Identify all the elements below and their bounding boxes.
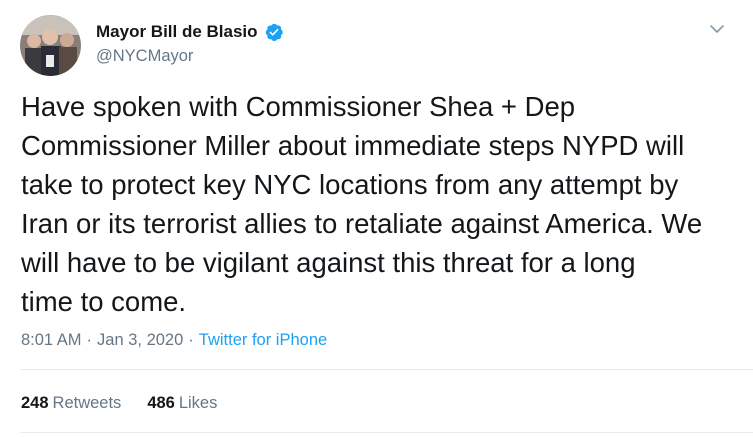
author-block: Mayor Bill de Blasio @NYCMayor xyxy=(96,21,284,67)
tweet-time[interactable]: 8:01 AM xyxy=(21,331,82,349)
avatar-photo-icon xyxy=(20,15,81,76)
retweets-count: 248 xyxy=(21,394,49,412)
tweet-date[interactable]: Jan 3, 2020 xyxy=(97,331,183,349)
author-name[interactable]: Mayor Bill de Blasio xyxy=(96,21,258,43)
tweet-meta: 8:01 AM · Jan 3, 2020 · Twitter for iPhone xyxy=(21,329,327,351)
tweet-card: Mayor Bill de Blasio @NYCMayor Have spok… xyxy=(0,0,753,437)
verified-badge-icon xyxy=(264,22,284,42)
divider xyxy=(20,369,753,370)
likes-label: Likes xyxy=(178,394,218,412)
name-row: Mayor Bill de Blasio xyxy=(96,21,284,43)
likes-count: 486 xyxy=(147,394,175,412)
meta-separator: · xyxy=(188,331,194,349)
avatar[interactable] xyxy=(20,15,81,76)
tweet-source-link[interactable]: Twitter for iPhone xyxy=(199,331,327,349)
meta-separator: · xyxy=(86,331,93,349)
tweet-stats: 248 Retweets 486 Likes xyxy=(21,392,243,414)
divider xyxy=(20,432,753,433)
tweet-text: Have spoken with Commissioner Shea + Dep… xyxy=(21,91,703,317)
likes-stat[interactable]: 486 Likes xyxy=(147,392,217,414)
author-handle[interactable]: @NYCMayor xyxy=(96,45,284,67)
retweets-stat[interactable]: 248 Retweets xyxy=(21,392,121,414)
retweets-label: Retweets xyxy=(52,394,122,412)
chevron-down-icon[interactable] xyxy=(708,20,726,38)
